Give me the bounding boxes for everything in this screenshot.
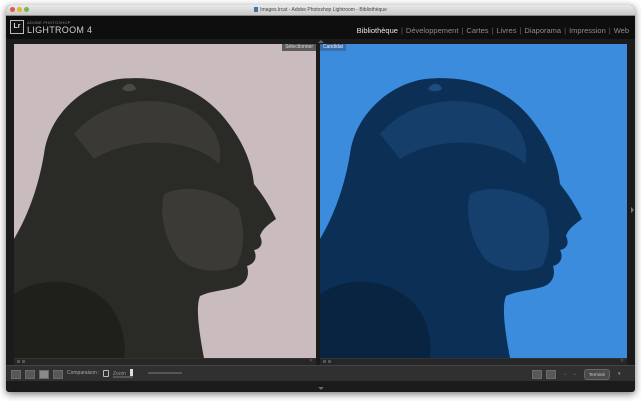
zoom-track[interactable] [113, 376, 133, 378]
brand-title: LIGHTROOM 4 [27, 25, 93, 35]
compare-label: Comparaison : [67, 370, 100, 376]
survey-view-icon[interactable] [53, 370, 63, 379]
zoom-slider[interactable] [148, 372, 182, 374]
prev-arrow-icon[interactable]: ← [563, 371, 568, 377]
module-library[interactable]: Bibliothèque [357, 26, 398, 35]
lightroom-logo: Lr [10, 20, 24, 34]
module-print[interactable]: Impression [569, 26, 606, 35]
make-select-icon[interactable] [546, 370, 556, 379]
compare-view-icon[interactable] [39, 370, 49, 379]
grid-view-icon[interactable] [11, 370, 21, 379]
done-button[interactable]: Terminé [584, 369, 611, 380]
filmstrip-toggle-icon[interactable] [317, 387, 324, 390]
module-separator: | [461, 26, 464, 35]
module-separator: | [564, 26, 567, 35]
title-bar: Images.lrcat - Adobe Photoshop Lightroom… [6, 5, 635, 16]
module-separator: | [491, 26, 494, 35]
identity-plate: Lr ADOBE PHOTOSHOP LIGHTROOM 4 Bibliothè… [6, 16, 635, 39]
module-book[interactable]: Livres [496, 26, 516, 35]
next-arrow-icon[interactable]: → [572, 371, 577, 377]
candidate-photo[interactable]: Candidat [320, 44, 627, 358]
right-panel-toggle-icon[interactable] [631, 207, 634, 213]
select-label: Sélectionner [282, 44, 316, 51]
zoom-slider-knob[interactable] [130, 369, 133, 376]
window-title-text: Images.lrcat - Adobe Photoshop Lightroom… [260, 7, 387, 13]
document-icon [254, 7, 259, 12]
module-picker: Bibliothèque | Développement | Cartes | Livres… [357, 26, 629, 35]
module-map[interactable]: Cartes [466, 26, 488, 35]
module-separator: | [400, 26, 403, 35]
module-separator: | [519, 26, 522, 35]
library-toolbar: Comparaison : Zoom ← → Terminé ▾ [6, 365, 635, 381]
window-title: Images.lrcat - Adobe Photoshop Lightroom… [6, 6, 635, 14]
flag-icons[interactable] [323, 360, 331, 363]
candidate-photo-footer: ✕ [320, 358, 627, 365]
module-separator: | [608, 26, 611, 35]
statue-photo-select [14, 78, 276, 358]
module-slideshow[interactable]: Diaporama [524, 26, 561, 35]
candidate-label: Candidat [320, 44, 347, 51]
module-develop[interactable]: Développement [406, 26, 459, 35]
select-photo[interactable]: Sélectionner [14, 44, 316, 358]
flag-icons[interactable] [17, 360, 25, 363]
statue-photo-candidate [320, 78, 582, 358]
select-photo-footer: ✕ [14, 358, 316, 365]
toolbar-menu-icon[interactable]: ▾ [618, 371, 621, 377]
star-icon[interactable]: ✕ [620, 359, 624, 364]
lock-icon[interactable] [103, 370, 109, 377]
loupe-view-icon[interactable] [25, 370, 35, 379]
star-icon[interactable]: ✕ [309, 359, 313, 364]
swap-icon[interactable] [532, 370, 542, 379]
module-web[interactable]: Web [614, 26, 629, 35]
lightroom-window: Images.lrcat - Adobe Photoshop Lightroom… [6, 5, 635, 392]
top-panel-toggle-icon[interactable] [317, 40, 324, 43]
